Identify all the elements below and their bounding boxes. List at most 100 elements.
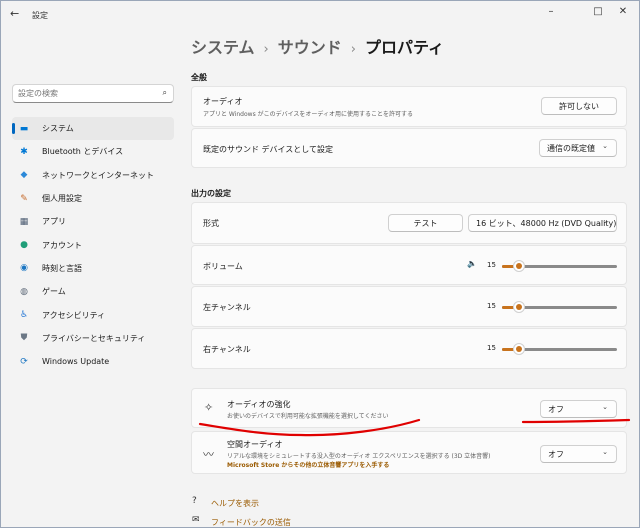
apps-icon: ▦	[19, 216, 29, 227]
title-bar: ← 設定 – □ ✕	[1, 1, 640, 29]
format-dropdown[interactable]: 16 ビット、48000 Hz (DVD Quality) ⌄	[468, 214, 617, 232]
audio-allow-description: アプリと Windows がこのデバイスをオーディオ用に使用することを許可する	[203, 111, 413, 118]
sidebar-item-label: システム	[42, 124, 74, 134]
default-device-title: 既定のサウンド デバイスとして設定	[203, 145, 334, 154]
globe-icon: ◉	[20, 263, 28, 274]
account-icon: ●	[20, 240, 28, 251]
right-channel-title: 右チャンネル	[203, 345, 251, 354]
format-title: 形式	[203, 219, 219, 228]
chevron-down-icon: ⌄	[602, 217, 608, 225]
volume-slider[interactable]	[502, 261, 617, 271]
sidebar-item-update[interactable]: ⟳ Windows Update	[12, 350, 174, 373]
search-input[interactable]	[13, 85, 153, 102]
audio-enhancement-description: お使いのデバイスで利用可能な拡張機能を選択してください	[227, 413, 389, 420]
sidebar-item-label: 時刻と言語	[42, 263, 82, 273]
breadcrumb-separator: ›	[350, 42, 356, 57]
feedback-link[interactable]: フィードバックの送信	[211, 517, 291, 528]
update-icon: ⟳	[20, 356, 28, 367]
left-channel-card: 左チャンネル 15	[191, 286, 627, 327]
right-channel-slider[interactable]	[502, 344, 617, 354]
spatial-audio-title: 空間オーディオ	[227, 440, 283, 449]
app-title: 設定	[32, 11, 48, 20]
audio-allow-title: オーディオ	[203, 97, 243, 106]
left-channel-value: 15	[487, 302, 496, 310]
help-link[interactable]: ヘルプを表示	[211, 498, 259, 509]
speaker-icon[interactable]: 🔈	[467, 259, 477, 268]
spatial-audio-description: リアルな環境をシミュレートする没入型のオーディオ エクスペリエンスを選択する (…	[227, 453, 491, 460]
breadcrumb-system[interactable]: システム	[191, 38, 255, 57]
page-title: プロパティ	[364, 38, 444, 57]
breadcrumb-sound[interactable]: サウンド	[278, 38, 342, 57]
audio-enhancement-card: ✧ オーディオの強化 お使いのデバイスで利用可能な拡張機能を選択してください オ…	[191, 388, 627, 428]
sidebar-item-globe[interactable]: ◉ 時刻と言語	[12, 257, 174, 280]
volume-card: ボリューム 🔈 15	[191, 245, 627, 285]
feedback-icon[interactable]: ✉	[192, 515, 200, 525]
sidebar-item-pen[interactable]: ✎ 個人用設定	[12, 187, 174, 210]
chevron-down-icon: ⌄	[602, 448, 608, 456]
sparkle-icon: ✧	[204, 401, 214, 414]
shield-icon: ⛊	[20, 333, 28, 344]
default-device-value: 通信の既定値	[547, 143, 595, 153]
network-icon: ◆	[20, 170, 28, 181]
back-arrow-icon[interactable]: ←	[10, 7, 24, 21]
search-icon[interactable]: ⌕	[163, 88, 167, 98]
audio-allow-card: オーディオ アプリと Windows がこのデバイスをオーディオ用に使用すること…	[191, 86, 627, 127]
sidebar-item-accessibility[interactable]: ♿ アクセシビリティ	[12, 303, 174, 326]
sidebar-item-label: アカウント	[42, 240, 82, 250]
sidebar-item-label: Windows Update	[42, 357, 110, 367]
help-icon[interactable]: ?	[192, 496, 197, 506]
maximize-icon[interactable]: □	[587, 4, 609, 20]
chevron-down-icon: ⌄	[602, 403, 608, 411]
sidebar-item-apps[interactable]: ▦ アプリ	[12, 210, 174, 233]
audio-enhancement-value: オフ	[548, 404, 564, 414]
search-box[interactable]: ⌕	[12, 84, 174, 103]
spatial-audio-card: 〰 空間オーディオ リアルな環境をシミュレートする没入型のオーディオ エクスペリ…	[191, 431, 627, 474]
breadcrumb: システム › サウンド › プロパティ	[191, 34, 444, 58]
breadcrumb-separator: ›	[263, 42, 269, 57]
default-device-dropdown[interactable]: 通信の既定値 ⌄	[539, 139, 617, 157]
pen-icon: ✎	[20, 193, 28, 204]
sidebar-item-label: アプリ	[42, 217, 66, 227]
slider-thumb[interactable]	[514, 302, 524, 312]
default-device-card: 既定のサウンド デバイスとして設定 通信の既定値 ⌄	[191, 128, 627, 168]
sidebar-item-label: 個人用設定	[42, 194, 82, 204]
waveform-icon: 〰	[203, 448, 214, 461]
sidebar-item-label: ネットワークとインターネット	[42, 170, 154, 180]
volume-value: 15	[487, 261, 496, 269]
sidebar-item-gamepad[interactable]: ◍ ゲーム	[12, 280, 174, 303]
chevron-down-icon: ⌄	[602, 142, 608, 150]
disallow-button[interactable]: 許可しない	[541, 97, 617, 115]
left-channel-slider[interactable]	[502, 302, 617, 312]
spatial-audio-dropdown[interactable]: オフ ⌄	[540, 445, 617, 463]
bluetooth-icon: ✱	[20, 146, 28, 157]
sidebar-item-shield[interactable]: ⛊ プライバシーとセキュリティ	[12, 327, 174, 350]
right-channel-value: 15	[487, 344, 496, 352]
sidebar-item-label: ゲーム	[42, 287, 66, 297]
gamepad-icon: ◍	[20, 286, 28, 297]
section-general-title: 全般	[191, 73, 207, 82]
close-icon[interactable]: ✕	[612, 4, 634, 20]
settings-window: ← 設定 – □ ✕ システム › サウンド › プロパティ ⌕ ▬ システム ✱ Bluet…	[0, 0, 640, 528]
sidebar-item-label: Bluetooth とデバイス	[42, 147, 124, 157]
sidebar-item-system[interactable]: ▬ システム	[12, 117, 174, 141]
minimize-icon[interactable]: –	[540, 4, 562, 20]
sidebar-item-label: プライバシーとセキュリティ	[42, 333, 146, 343]
store-link[interactable]: Microsoft Store からその他の立体音響アプリを入手する	[227, 460, 389, 469]
right-channel-card: 右チャンネル 15	[191, 328, 627, 369]
test-button[interactable]: テスト	[388, 214, 463, 232]
slider-thumb[interactable]	[514, 261, 524, 271]
sidebar-item-account[interactable]: ● アカウント	[12, 233, 174, 256]
slider-thumb[interactable]	[514, 344, 524, 354]
spatial-audio-value: オフ	[548, 449, 564, 459]
system-icon: ▬	[19, 123, 29, 134]
audio-enhancement-dropdown[interactable]: オフ ⌄	[540, 400, 617, 418]
volume-title: ボリューム	[203, 262, 243, 271]
sidebar-item-label: アクセシビリティ	[42, 310, 106, 320]
section-output-title: 出力の設定	[191, 189, 231, 198]
left-channel-title: 左チャンネル	[203, 303, 251, 312]
sidebar-nav: ▬ システム ✱ Bluetooth とデバイス ◆ ネットワークとインターネット ✎ 個人用…	[12, 117, 174, 373]
sidebar-item-network[interactable]: ◆ ネットワークとインターネット	[12, 164, 174, 187]
sidebar-item-bluetooth[interactable]: ✱ Bluetooth とデバイス	[12, 140, 174, 163]
format-value: 16 ビット、48000 Hz (DVD Quality)	[476, 218, 617, 228]
format-card: 形式 テスト 16 ビット、48000 Hz (DVD Quality) ⌄	[191, 202, 627, 244]
